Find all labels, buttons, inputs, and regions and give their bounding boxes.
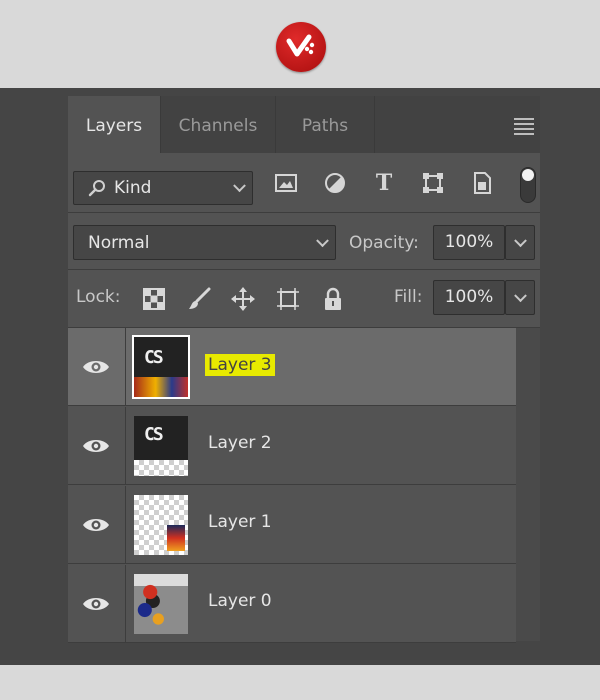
layer-row-layer-1[interactable]: Layer 1 [68, 486, 516, 564]
fill-input[interactable]: 100% [433, 280, 505, 315]
lock-image-pixels-icon[interactable] [186, 286, 212, 312]
opacity-label: Opacity: [349, 233, 419, 253]
visibility-column [68, 565, 126, 643]
layers-panel: Layers Channels Paths Kind T Normal Opac… [68, 96, 540, 643]
visibility-column [68, 407, 126, 485]
layer-name[interactable]: Layer 1 [208, 512, 272, 532]
layer-row-layer-0[interactable]: Layer 0 [68, 565, 516, 643]
layer-name[interactable]: Layer 0 [208, 591, 272, 611]
fill-label: Fill: [394, 287, 423, 307]
opacity-slider-button[interactable] [505, 225, 535, 260]
panel-tab-bar: Layers Channels Paths [68, 96, 540, 153]
chevron-down-icon [233, 179, 246, 193]
bottom-banner [0, 665, 600, 700]
tab-paths[interactable]: Paths [276, 96, 374, 153]
image-filter-icon[interactable] [273, 170, 299, 196]
lock-label: Lock: [76, 287, 121, 307]
layer-thumbnail [134, 495, 188, 555]
layer-thumbnail: CS [134, 416, 188, 476]
shape-filter-icon[interactable] [420, 170, 446, 196]
layer-thumbnail [134, 574, 188, 634]
blend-mode-dropdown[interactable]: Normal [73, 225, 336, 260]
top-banner [0, 0, 600, 88]
layer-row-layer-3[interactable]: CS Layer 3 [68, 328, 516, 406]
blend-row: Normal Opacity: 100% [68, 213, 540, 270]
chevron-down-icon [514, 233, 527, 247]
blend-mode-value: Normal [88, 233, 150, 253]
visibility-column [68, 486, 126, 564]
chevron-down-icon [316, 233, 329, 247]
adjustment-filter-icon[interactable] [322, 170, 348, 196]
filter-kind-dropdown[interactable]: Kind [73, 171, 253, 205]
tab-layers[interactable]: Layers [68, 96, 160, 153]
chevron-down-icon [514, 288, 527, 302]
search-icon [88, 180, 105, 197]
eye-visibility-icon[interactable] [82, 595, 110, 613]
visibility-column [68, 328, 126, 406]
filter-row: Kind T [68, 153, 540, 213]
lock-position-icon[interactable] [230, 286, 256, 312]
layers-scrollbar[interactable] [516, 328, 540, 641]
lock-transparent-pixels-icon[interactable] [141, 286, 167, 312]
eye-visibility-icon[interactable] [82, 358, 110, 376]
eye-visibility-icon[interactable] [82, 437, 110, 455]
filter-toggle-switch[interactable] [520, 167, 536, 203]
tab-channels[interactable]: Channels [161, 96, 275, 153]
filter-kind-label: Kind [114, 178, 152, 198]
eye-visibility-icon[interactable] [82, 516, 110, 534]
type-filter-icon[interactable]: T [371, 170, 397, 196]
opacity-input[interactable]: 100% [433, 225, 505, 260]
layer-thumbnail: CS [132, 335, 190, 399]
layer-name[interactable]: Layer 2 [208, 433, 272, 453]
smart-object-filter-icon[interactable] [469, 170, 495, 196]
lock-all-icon[interactable] [320, 286, 346, 312]
layer-row-layer-2[interactable]: CS Layer 2 [68, 407, 516, 485]
lock-artboard-icon[interactable] [275, 286, 301, 312]
layer-name[interactable]: Layer 3 [205, 354, 275, 376]
fill-slider-button[interactable] [505, 280, 535, 315]
brand-logo [276, 22, 326, 72]
panel-menu-icon[interactable] [514, 118, 534, 135]
